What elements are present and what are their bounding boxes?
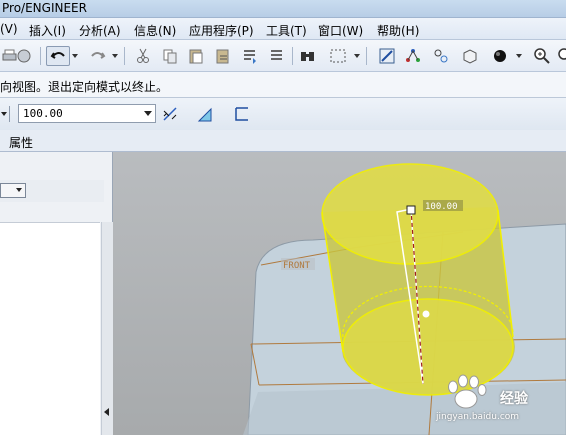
window-title: Pro/ENGINEER bbox=[2, 1, 87, 15]
menu-analysis[interactable]: 分析(A) bbox=[79, 22, 121, 39]
chevron-down-icon bbox=[144, 111, 152, 116]
drag-handle bbox=[422, 310, 430, 318]
model-tree-panel bbox=[0, 152, 113, 435]
dimension-handle bbox=[406, 205, 416, 215]
model-tree-list[interactable] bbox=[0, 222, 100, 435]
menu-insert[interactable]: 插入(I) bbox=[29, 22, 66, 39]
status-message: 向视图。退出定向模式以终止。 bbox=[0, 80, 169, 94]
menu-applications[interactable]: 应用程序(P) bbox=[189, 22, 254, 39]
tab-properties[interactable]: 属性 bbox=[9, 134, 33, 151]
zoom-in-icon[interactable] bbox=[532, 46, 552, 66]
chevron-left-icon[interactable] bbox=[104, 408, 109, 416]
panel-filter-dropdown[interactable] bbox=[0, 183, 26, 198]
watermark-text: 经验 bbox=[500, 391, 528, 407]
title-bar: Pro/ENGINEER bbox=[0, 0, 566, 18]
surface-icon[interactable] bbox=[232, 104, 252, 124]
feature-dashboard: 100.00 bbox=[0, 98, 566, 130]
dashboard-tabs: 属性 bbox=[0, 130, 566, 152]
watermark-url: jingyan.baidu.com bbox=[436, 412, 520, 422]
cut-icon[interactable] bbox=[133, 46, 153, 66]
undo-icon[interactable] bbox=[46, 46, 70, 66]
paw-icon bbox=[448, 374, 487, 409]
menu-help[interactable]: 帮助(H) bbox=[377, 22, 419, 39]
redo-icon[interactable] bbox=[88, 46, 108, 66]
select-box-icon[interactable] bbox=[324, 46, 352, 66]
chevron-down-icon bbox=[16, 188, 22, 192]
menu-view[interactable]: (V) bbox=[0, 22, 18, 36]
thicken-icon[interactable] bbox=[196, 104, 216, 124]
menu-window[interactable]: 窗口(W) bbox=[318, 22, 363, 39]
baidu-watermark: 经验 jingyan.baidu.com bbox=[430, 372, 560, 432]
datum-icon[interactable] bbox=[403, 46, 423, 66]
menu-info[interactable]: 信息(N) bbox=[134, 22, 176, 39]
menu-bar: (V) 插入(I) 分析(A) 信息(N) 应用程序(P) 工具(T) 窗口(W… bbox=[0, 18, 566, 40]
panel-header bbox=[0, 180, 104, 202]
panel-scrollbar[interactable] bbox=[101, 222, 113, 435]
dimension-label: 100.00 bbox=[425, 202, 458, 212]
menu-tools[interactable]: 工具(T) bbox=[266, 22, 307, 39]
sketch-icon[interactable] bbox=[377, 46, 397, 66]
front-datum-label: FRONT bbox=[283, 261, 311, 271]
flip-direction-icon[interactable] bbox=[160, 104, 180, 124]
paste-icon[interactable] bbox=[186, 46, 206, 66]
zoom-out-icon[interactable] bbox=[554, 46, 566, 66]
dimension-value-select[interactable]: 100.00 bbox=[18, 104, 156, 123]
dimension-value: 100.00 bbox=[23, 107, 63, 120]
message-area: 向视图。退出定向模式以终止。 bbox=[0, 72, 566, 98]
appearance-icon[interactable] bbox=[490, 46, 510, 66]
chevron-down-icon bbox=[1, 112, 7, 116]
analysis-icon[interactable] bbox=[431, 46, 451, 66]
main-toolbar bbox=[0, 40, 566, 72]
paste-special-icon[interactable] bbox=[213, 46, 233, 66]
type-dropdown[interactable] bbox=[0, 106, 10, 122]
find-icon[interactable] bbox=[298, 46, 318, 66]
preview-icon[interactable] bbox=[14, 46, 34, 66]
regenerate-icon[interactable] bbox=[240, 46, 260, 66]
copy-icon[interactable] bbox=[160, 46, 180, 66]
regen-manager-icon[interactable] bbox=[267, 46, 287, 66]
view-icon[interactable] bbox=[460, 46, 480, 66]
